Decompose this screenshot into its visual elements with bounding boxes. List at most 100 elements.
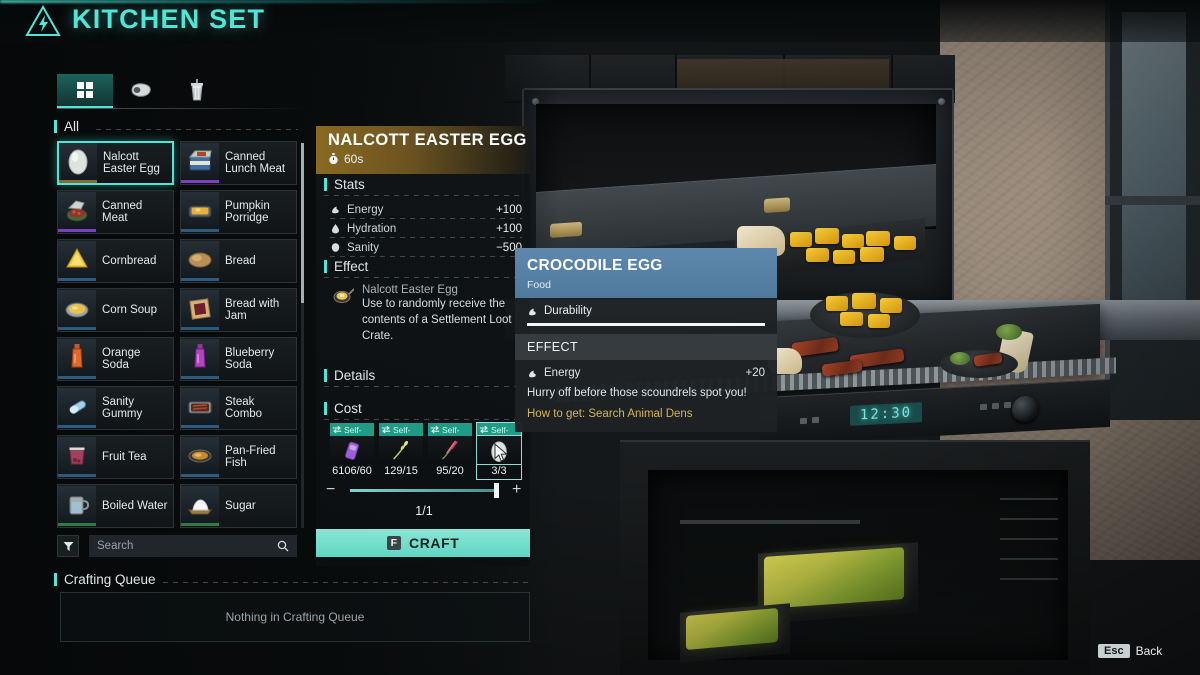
crafting-queue-box: Nothing in Crafting Queue [60,592,530,642]
item-label: Bread with Jam [225,297,280,323]
item-detail-title: NALCOTT EASTER EGG [328,131,527,149]
stats-label: Stats [324,177,365,192]
stats-rule [324,195,522,196]
item-detail-panel [316,126,530,566]
category-label-text: All [64,119,80,134]
quantity-value: 1/1 [415,504,433,518]
hydration-icon [332,224,339,234]
item-label: Corn Soup [102,303,157,316]
quantity-slider-track[interactable] [350,489,498,492]
stat-value: +100 [496,203,522,216]
item-cell[interactable]: Fruit Tea [57,435,174,479]
scene-window-glass [1122,12,1186,312]
search-input[interactable]: Search [89,535,297,557]
cost-tag-text: Self- [442,424,460,435]
energy-icon [529,308,536,315]
item-label: Steak Combo [225,395,263,421]
item-label: Blueberry Soda [225,346,275,372]
quantity-minus-button[interactable]: − [326,482,335,498]
item-label: Pan-Fried Fish [225,444,276,470]
item-cell[interactable]: Cornbread [57,239,174,283]
esc-key-badge: Esc [1098,644,1130,658]
quantity-slider-knob[interactable] [494,483,499,498]
soup-bowl-icon [58,290,96,330]
cost-tag-text: Self- [491,424,509,435]
craft-time: 60s [328,152,363,166]
quantity-stepper[interactable]: − + [326,482,522,500]
stopwatch-icon [329,153,338,165]
item-cell[interactable]: Bread [180,239,297,283]
accent-tick [324,402,327,415]
item-cell[interactable]: Boiled Water [57,484,174,528]
item-cell[interactable]: Bread with Jam [180,288,297,332]
item-cell[interactable]: Corn Soup [57,288,174,332]
tooltip-flavor-text: Hurry off before those scoundrels spot y… [527,387,747,399]
cost-tag-text: Self- [393,424,411,435]
tab-drinks[interactable] [169,74,225,106]
stat-row: Hydration +100 [330,219,522,238]
egg-icon [59,143,97,183]
scene-baking-food [764,547,904,609]
sugar-pile-icon [181,486,219,526]
effect-entry: Nalcott Easter Egg Use to randomly recei… [332,284,522,344]
item-cell[interactable]: Pan-Fried Fish [180,435,297,479]
tooltip-durability-row: Durability [515,298,777,320]
cost-slot-tag: Self- [428,423,472,436]
item-cell[interactable]: Steak Combo [180,386,297,430]
steak-tray-icon [181,388,219,428]
cost-slot[interactable]: Self- 95/20 [428,423,472,479]
tooltip-effect-value: +20 [745,367,765,379]
craft-button[interactable]: F CRAFT [316,529,530,557]
item-cell[interactable]: Pumpkin Porridge [180,190,297,234]
item-cell[interactable]: Canned Lunch Meat [180,141,297,185]
item-label: Pumpkin Porridge [225,199,270,225]
item-cell[interactable]: Sugar [180,484,297,528]
item-cell[interactable]: Blueberry Soda [180,337,297,381]
crafting-queue-label-text: Crafting Queue [64,572,156,587]
item-cell[interactable]: Nalcott Easter Egg [57,141,174,185]
craft-time-text: 60s [344,152,364,166]
item-cell[interactable]: Sanity Gummy [57,386,174,430]
wheat-stalk-icon [379,436,423,464]
quantity-plus-button[interactable]: + [512,482,521,498]
tab-all[interactable] [57,74,113,108]
tooltip-header: CROCODILE EGG Food [515,248,777,298]
crafting-queue-label: Crafting Queue [54,572,156,587]
search-placeholder: Search [97,540,134,552]
cost-slot[interactable]: Self- 6106/60 [330,423,374,479]
tooltip-body: Durability EFFECT Energy +20 Hurry off b… [515,298,777,432]
tooltip-effect-row: Energy +20 [515,360,777,385]
item-tooltip: CROCODILE EGG Food Durability EFFECT Ene… [515,248,777,432]
red-herb-icon [428,436,472,464]
item-cell[interactable]: Orange Soda [57,337,174,381]
crafting-queue-rule [163,582,530,583]
item-label: Nalcott Easter Egg [103,150,160,176]
effect-label-text: Effect [334,259,369,274]
game-screen: 12:30 KITCHEN SET All Nalcott Easter Egg… [0,0,1200,675]
stats-label-text: Stats [334,177,365,192]
item-label: Canned Lunch Meat [225,150,286,176]
item-label: Sugar [225,499,256,512]
tab-food[interactable] [113,74,169,106]
tooltip-effect-label: Energy [544,367,581,379]
open-can-icon [58,192,96,232]
cost-quantity: 129/15 [384,465,418,477]
filter-icon [63,541,73,551]
sanity-icon [331,243,340,252]
details-rule [324,386,522,387]
cost-slot[interactable]: Self- 129/15 [379,423,423,479]
accent-tick [324,178,327,191]
cost-tag-text: Self- [344,424,362,435]
item-list-scrollbar-thumb[interactable] [301,143,304,303]
fried-fish-icon [181,437,219,477]
energy-icon [529,370,536,377]
item-label: Sanity Gummy [102,395,143,421]
cost-label: Cost [324,401,362,416]
accent-tick [54,573,57,586]
filter-button[interactable] [57,535,79,557]
item-cell[interactable]: Canned Meat [57,190,174,234]
effect-rule [324,277,522,278]
stat-value: +100 [496,222,522,235]
tooltip-durability-bar [527,323,765,326]
item-label: Boiled Water [102,499,168,512]
